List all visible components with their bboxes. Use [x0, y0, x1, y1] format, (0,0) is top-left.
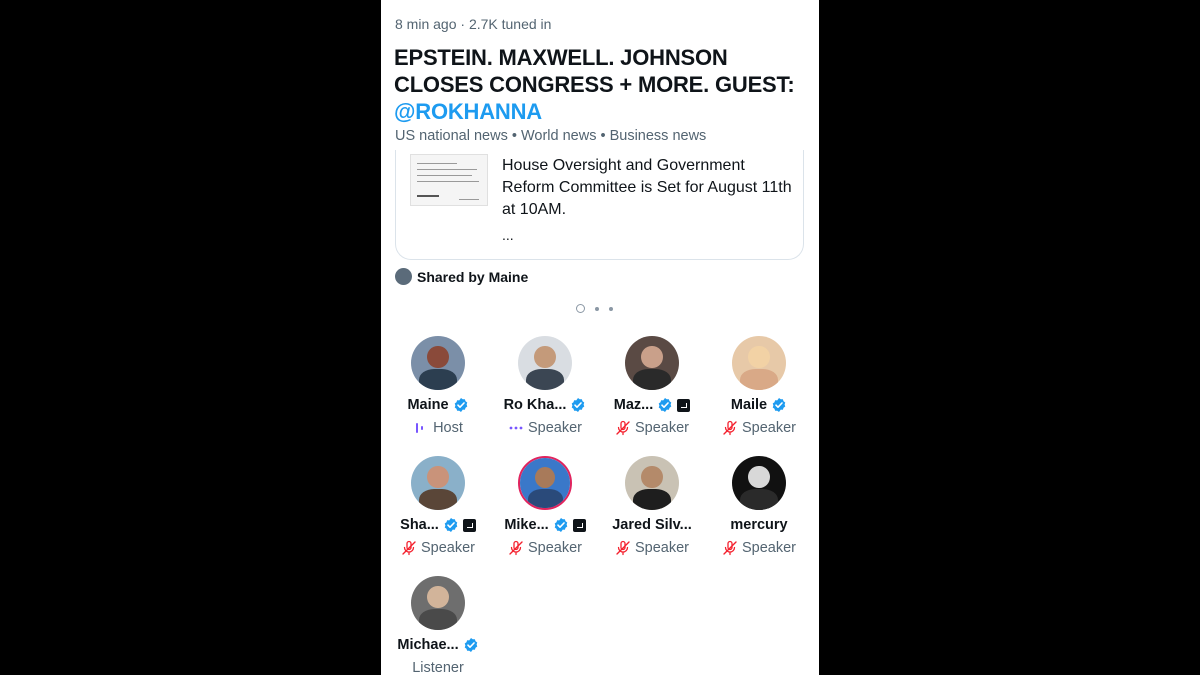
participant-name: Jared Silv... [612, 517, 692, 533]
affiliate-badge-icon [677, 398, 691, 412]
participant-name-line: mercury [705, 517, 813, 533]
space-topics: US national news • World news • Business… [395, 128, 707, 144]
participant-avatar[interactable] [411, 576, 465, 630]
participant-role-line: Host [384, 420, 492, 436]
participant-tile[interactable]: Maine Host [384, 336, 492, 448]
verified-badge-icon [444, 518, 458, 532]
verified-badge-icon [772, 398, 786, 412]
participant-avatar[interactable] [625, 336, 679, 390]
space-meta: 8 min ago · 2.7K tuned in [395, 16, 551, 32]
participant-role-line: Speaker [491, 420, 599, 436]
participant-role: Listener [412, 660, 464, 675]
participant-tile[interactable]: Mike... Speaker [491, 456, 599, 568]
participant-tile[interactable]: Maile Speaker [705, 336, 813, 448]
mic-muted-icon [616, 420, 630, 436]
participant-tile[interactable]: Sha... Speaker [384, 456, 492, 568]
participant-name-line: Maile [705, 397, 813, 413]
participant-name-line: Maz... [598, 397, 706, 413]
participant-name-line: Jared Silv... [598, 517, 706, 533]
participant-name: Ro Kha... [503, 397, 567, 413]
participant-avatar[interactable] [625, 456, 679, 510]
participant-role: Speaker [420, 540, 475, 556]
participant-role: Speaker [527, 420, 582, 436]
verified-badge-icon [554, 518, 567, 532]
tuned-in-count: 2.7K tuned in [468, 16, 552, 32]
participant-avatar[interactable] [518, 336, 572, 390]
participant-tile[interactable]: Ro Kha... Speaker [491, 336, 599, 448]
page-indicator [576, 304, 613, 313]
space-panel: 8 min ago · 2.7K tuned in EPSTEIN. MAXWE… [381, 0, 819, 675]
verified-badge-icon [572, 398, 585, 412]
participant-name-line: Michae... [384, 637, 492, 653]
participant-avatar[interactable] [518, 456, 572, 510]
shared-post-card[interactable]: House Oversight and Government Reform Co… [395, 150, 804, 260]
participant-name: Mike... [504, 517, 549, 533]
document-thumbnail [410, 154, 488, 206]
participant-avatar[interactable] [411, 336, 465, 390]
participant-tile[interactable]: Maz... Speaker [598, 336, 706, 448]
participant-role: Speaker [741, 420, 796, 436]
time-ago: 8 min ago [395, 16, 457, 32]
participant-name-line: Mike... [491, 517, 599, 533]
page-dot [609, 306, 613, 311]
card-text: House Oversight and Government Reform Co… [502, 157, 792, 218]
participant-name: Maz... [613, 397, 654, 413]
shared-by[interactable]: Shared by Maine [395, 268, 528, 285]
mic-muted-icon [616, 540, 630, 556]
participant-role: Speaker [634, 420, 689, 436]
participant-role-line: Speaker [705, 420, 813, 436]
page-dot-active [576, 304, 585, 313]
participant-role-line: Speaker [384, 540, 492, 556]
participant-role-line: Listener [384, 660, 492, 675]
host-mic-icon [416, 423, 424, 433]
mic-muted-icon [402, 540, 416, 556]
participant-avatar[interactable] [732, 336, 786, 390]
participant-role: Speaker [527, 540, 582, 556]
participant-tile[interactable]: mercury Speaker [705, 456, 813, 568]
participant-name-line: Sha... [384, 517, 492, 533]
space-title-text: EPSTEIN. MAXWELL. JOHNSON CLOSES CONGRES… [394, 45, 795, 97]
participant-role-line: Speaker [598, 420, 706, 436]
participant-role-line: Speaker [598, 540, 706, 556]
verified-badge-icon [658, 398, 672, 412]
participant-name: Sha... [400, 517, 439, 533]
verified-badge-icon [464, 638, 477, 652]
guest-handle-link[interactable]: @ROKHANNA [394, 98, 809, 125]
mic-muted-icon [509, 540, 523, 556]
affiliate-badge-icon [572, 518, 586, 532]
participant-name-line: Ro Kha... [491, 397, 599, 413]
participant-name: Maile [730, 397, 768, 413]
meta-separator: · [460, 16, 466, 32]
page-dot [595, 306, 599, 311]
participant-role: Speaker [634, 540, 689, 556]
verified-badge-icon [454, 398, 467, 412]
sharer-avatar [395, 268, 412, 285]
participant-name: Maine [407, 397, 449, 413]
mic-muted-icon [723, 540, 737, 556]
participant-name: Michae... [397, 637, 459, 653]
participant-tile[interactable]: Michae... Listener [384, 576, 492, 675]
mic-muted-icon [723, 420, 737, 436]
participant-name: mercury [730, 517, 788, 533]
affiliate-badge-icon [462, 518, 476, 532]
participant-role: Speaker [741, 540, 796, 556]
participant-role-line: Speaker [491, 540, 599, 556]
participant-name-line: Maine [384, 397, 492, 413]
participant-tile[interactable]: Jared Silv... Speaker [598, 456, 706, 568]
participant-avatar[interactable] [732, 456, 786, 510]
space-title: EPSTEIN. MAXWELL. JOHNSON CLOSES CONGRES… [394, 44, 809, 125]
speaking-dots-icon [509, 426, 523, 430]
shared-by-label: Shared by Maine [417, 268, 529, 285]
card-ellipsis: ... [502, 227, 514, 243]
participant-role-line: Speaker [705, 540, 813, 556]
participant-role: Host [433, 420, 463, 436]
participant-avatar[interactable] [411, 456, 465, 510]
